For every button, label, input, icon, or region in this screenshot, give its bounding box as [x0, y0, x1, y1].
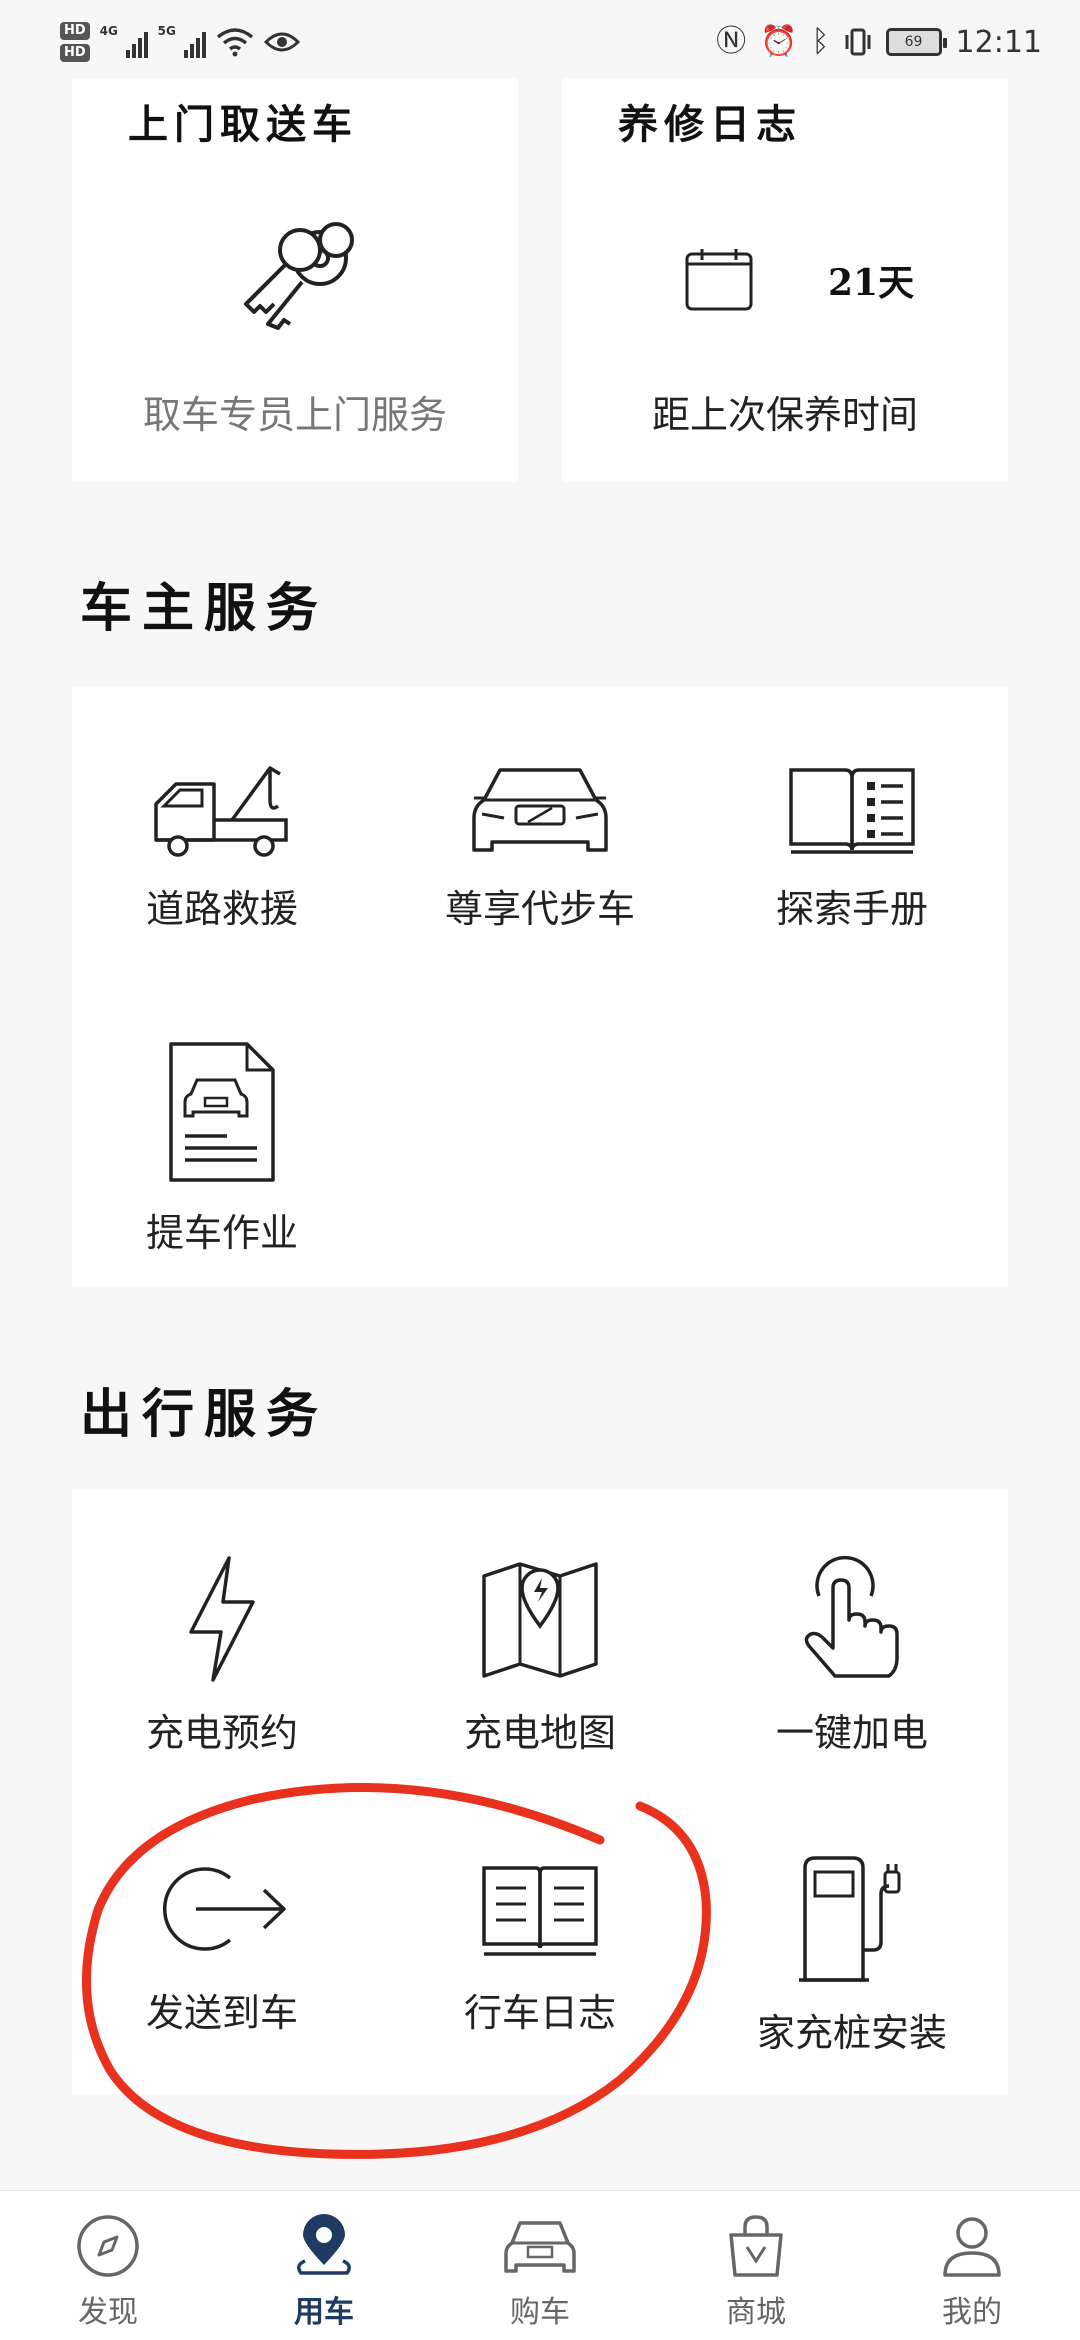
- keys-icon: [244, 222, 354, 330]
- maintenance-title: 养修日志: [618, 101, 802, 148]
- service-label: 提车作业: [145, 1211, 298, 1255]
- service-courtesy-car[interactable]: 尊享代步车: [390, 760, 690, 933]
- maintenance-days: 21天: [828, 262, 915, 304]
- charging-pile-icon: [799, 1856, 901, 1982]
- battery-icon: 69: [885, 28, 947, 56]
- service-driving-log[interactable]: 行车日志: [390, 1854, 690, 2037]
- travel-services-title: 出行服务: [80, 1384, 329, 1445]
- pickup-title: 上门取送车: [128, 101, 358, 148]
- service-manual[interactable]: 探索手册: [702, 760, 1002, 933]
- service-label: 尊享代步车: [444, 887, 635, 931]
- vibrate-icon: [845, 28, 871, 56]
- service-vehicle-delivery[interactable]: 提车作业: [72, 1040, 372, 1257]
- tab-label: 用车: [294, 2295, 354, 2330]
- calendar-icon: [685, 249, 753, 311]
- nfc-icon: Ⓝ: [716, 24, 747, 59]
- wifi-icon: [216, 28, 253, 57]
- compass-icon: [77, 2215, 139, 2277]
- tab-buy-car[interactable]: 购车: [432, 2191, 648, 2340]
- service-home-charger-install[interactable]: 家充桩安装: [702, 1854, 1002, 2057]
- charging-map-icon: [482, 1562, 598, 1678]
- car-icon: [504, 2221, 576, 2273]
- service-label: 充电地图: [463, 1711, 616, 1755]
- service-label: 行车日志: [463, 1991, 616, 2035]
- service-label: 家充桩安装: [756, 2011, 947, 2055]
- clock: 12:11: [955, 24, 1042, 60]
- service-label: 一键加电: [775, 1711, 928, 1755]
- lightning-icon: [189, 1556, 255, 1682]
- service-charging-reservation[interactable]: 充电预约: [72, 1554, 372, 1757]
- tab-use-car[interactable]: 用车: [216, 2191, 432, 2340]
- service-label: 发送到车: [145, 1991, 298, 2035]
- service-send-to-car[interactable]: 发送到车: [72, 1854, 372, 2037]
- tab-discover[interactable]: 发现: [0, 2191, 216, 2340]
- tab-label: 购车: [510, 2295, 570, 2330]
- service-label: 充电预约: [145, 1711, 298, 1755]
- car-front-icon: [472, 768, 608, 852]
- service-road-rescue[interactable]: 道路救援: [72, 760, 372, 933]
- pickup-card[interactable]: 上门取送车 取车专员上门服务: [72, 78, 518, 482]
- maintenance-subtitle: 距上次保养时间: [651, 393, 918, 437]
- service-label: 探索手册: [775, 887, 928, 931]
- tow-truck-icon: [154, 766, 288, 857]
- eye-icon: [263, 32, 300, 52]
- bottom-tab-bar: 发现 用车 购车 商城 我的: [0, 2190, 1080, 2340]
- location-pin-icon: [297, 2214, 351, 2275]
- service-one-key-charge[interactable]: 一键加电: [702, 1554, 1002, 1757]
- tab-mine[interactable]: 我的: [864, 2191, 1080, 2340]
- maintenance-card[interactable]: 养修日志 21天 距上次保养时间: [562, 78, 1008, 482]
- profile-icon: [943, 2217, 1001, 2277]
- status-bar: HD HD 4G 5G Ⓝ ⏰ ᛒ 69 12:11: [0, 0, 1080, 80]
- battery-level: 69: [904, 34, 923, 50]
- delivery-document-icon: [169, 1042, 275, 1182]
- owner-services-title: 车主服务: [80, 578, 329, 639]
- service-label: 道路救援: [145, 887, 298, 931]
- tab-mall[interactable]: 商城: [648, 2191, 864, 2340]
- shopping-bag-icon: [729, 2215, 783, 2277]
- manual-book-icon: [789, 768, 915, 854]
- hd-badge-2: HD: [60, 44, 90, 62]
- tap-finger-icon: [804, 1555, 899, 1678]
- service-charging-map[interactable]: 充电地图: [390, 1554, 690, 1757]
- bluetooth-icon: ᛒ: [811, 24, 830, 59]
- hd-badge-1: HD: [60, 22, 90, 40]
- signal-5g-icon: 5G: [158, 24, 206, 58]
- pickup-subtitle: 取车专员上门服务: [142, 393, 447, 437]
- tab-label: 发现: [78, 2295, 138, 2330]
- signal-4g-icon: 4G: [100, 24, 148, 58]
- alarm-icon: ⏰: [760, 24, 798, 59]
- tab-label: 商城: [726, 2295, 786, 2330]
- travel-services-panel: 充电预约 充电地图 一键加电 发送到车 行车日志 家充桩安装: [72, 1490, 1008, 2094]
- send-to-car-icon: [163, 1867, 286, 1951]
- owner-services-panel: 道路救援 尊享代步车 探索手册 提车作业: [72, 686, 1008, 1286]
- tab-label: 我的: [942, 2295, 1002, 2330]
- driving-log-icon: [482, 1866, 598, 1956]
